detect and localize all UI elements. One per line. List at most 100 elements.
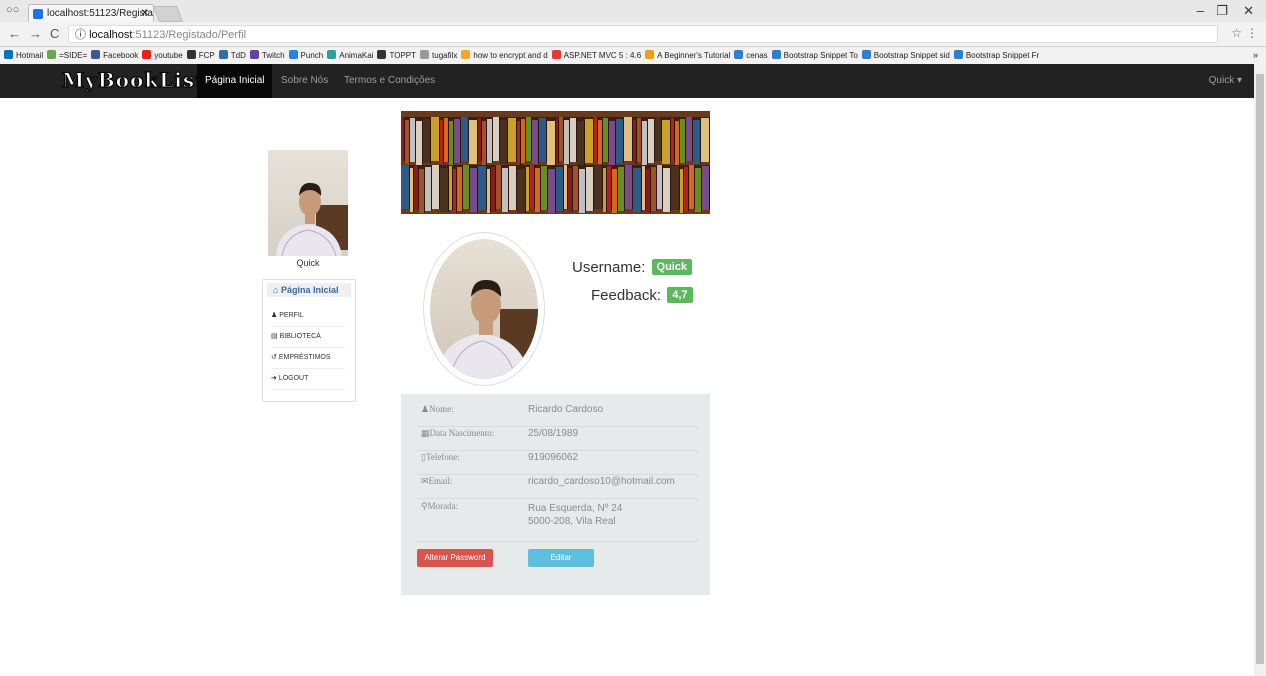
bookmark-item[interactable]: Facebook: [91, 47, 138, 64]
site-navbar: MyBookList Página Inicial Sobre Nós Term…: [0, 64, 1254, 98]
sidebar-item-loans[interactable]: ↺ EMPRÉSTIMOS: [271, 348, 345, 369]
bookmark-item[interactable]: A Beginner's Tutorial: [645, 47, 730, 64]
bookmark-favicon-icon: [461, 50, 471, 59]
feedback-badge: 4,7: [667, 287, 693, 303]
home-icon: ⌂: [273, 285, 281, 295]
info-icon[interactable]: ⓘ: [75, 29, 89, 41]
book-spine: [632, 168, 642, 212]
bookmark-item[interactable]: ASP.NET MVC 5 : 4.6: [551, 47, 641, 64]
bookmark-item[interactable]: Twitch: [249, 47, 285, 64]
username-badge: Quick: [651, 259, 693, 275]
book-spine: [615, 119, 624, 163]
bookmark-item[interactable]: =SIDE=: [47, 47, 87, 64]
detail-row-phone: ▯Telefone: 919096062: [417, 452, 699, 475]
bookmark-favicon-icon: [861, 50, 871, 59]
bookmark-item[interactable]: Bootstrap Snippet sid: [861, 47, 950, 64]
bookmark-item[interactable]: Punch: [288, 47, 323, 64]
bookmark-favicon-icon: [953, 50, 963, 59]
bookmark-item[interactable]: AnimaKai: [327, 47, 373, 64]
change-password-button[interactable]: Alterar Password: [417, 549, 493, 567]
url-input[interactable]: ⓘ localhost:51123/Registado/Perfil: [68, 25, 1218, 43]
sidebar-item-profile[interactable]: ♟ PERFIL: [271, 306, 345, 327]
bookmark-favicon-icon: [186, 50, 196, 59]
book-spine: [415, 121, 423, 165]
bookmark-item[interactable]: TOPPT: [377, 47, 416, 64]
book-spine: [500, 120, 508, 164]
book-spine: [439, 168, 449, 212]
bookmark-item[interactable]: Hotmail: [4, 47, 43, 64]
book-spine: [586, 167, 595, 211]
map-marker-icon: ⚲: [421, 501, 428, 511]
bookmark-favicon-icon: [327, 50, 337, 59]
page-scrollbar[interactable]: [1254, 64, 1266, 676]
username-line: Username: Quick: [572, 259, 693, 276]
close-window-icon[interactable]: ✕: [1243, 3, 1254, 19]
brand-logo[interactable]: MyBookList: [61, 68, 205, 93]
restore-icon[interactable]: ❐: [1216, 3, 1228, 19]
profile-card: Username: Quick Feedback: 4,7 ♟Nome: Ric…: [401, 111, 710, 595]
sidebar-username: Quick: [296, 258, 320, 268]
book-spine: [701, 118, 710, 162]
bookmark-item[interactable]: youtube: [142, 47, 183, 64]
bookmark-star-icon[interactable]: ☆: [1231, 26, 1242, 40]
book-spine: [654, 117, 663, 161]
bookmark-item[interactable]: TdD: [218, 47, 246, 64]
logout-icon: ➜: [271, 375, 279, 382]
book-spine: [546, 121, 556, 165]
nav-terms[interactable]: Termos e Condições: [344, 64, 435, 98]
book-spine: [463, 165, 471, 209]
minimize-icon[interactable]: –: [1197, 3, 1204, 18]
browser-tab[interactable]: localhost:51123/Registad ✕: [28, 4, 154, 22]
bookmark-favicon-icon: [551, 50, 561, 59]
book-spine: [469, 120, 479, 164]
bookmark-item[interactable]: cenas: [734, 47, 768, 64]
bookmark-item[interactable]: Bootstrap Snippet To: [771, 47, 858, 64]
book-spine: [662, 120, 672, 164]
book-spine: [617, 167, 625, 211]
edit-button[interactable]: Editar: [528, 549, 594, 567]
profile-photo: [423, 232, 545, 386]
book-spine: [516, 169, 526, 213]
book-spine: [508, 166, 517, 210]
book-spine: [663, 168, 672, 212]
nav-about[interactable]: Sobre Nós: [281, 64, 328, 98]
new-tab-button[interactable]: [153, 6, 183, 22]
detail-row-name: ♟Nome: Ricardo Cardoso: [417, 404, 699, 427]
browser-tabstrip: ○○ localhost:51123/Registad ✕ – ❐ ✕: [0, 0, 1266, 22]
book-spine: [422, 119, 431, 163]
bookmark-favicon-icon: [420, 50, 430, 59]
user-dropdown[interactable]: Quick ▾: [1209, 64, 1242, 98]
nav-home[interactable]: Página Inicial: [197, 64, 273, 98]
bookmark-item[interactable]: how to encrypt and d: [461, 47, 548, 64]
sidebar-item-library[interactable]: ▤ BIBLIOTECA: [271, 327, 345, 348]
book-spine: [547, 169, 556, 213]
person-photo-icon: [276, 182, 348, 256]
detail-row-address: ⚲Morada: Rua Esquerda, Nº 24 5000-208, V…: [417, 501, 699, 542]
bookmark-favicon-icon: [218, 50, 228, 59]
bookmark-favicon-icon: [734, 50, 744, 59]
incognito-icon: ○○: [6, 4, 20, 16]
bookmark-item[interactable]: tugafilx: [420, 47, 457, 64]
feedback-line: Feedback: 4,7: [591, 287, 693, 304]
book-icon: ▤: [271, 333, 280, 340]
bookmark-item[interactable]: FCP: [186, 47, 215, 64]
book-spine: [686, 117, 694, 161]
address-bar: ←→C⌂ ⓘ localhost:51123/Registado/Perfil …: [0, 22, 1266, 47]
sidebar-heading[interactable]: ⌂ Página Inicial: [267, 283, 351, 297]
bookmarks-more-icon[interactable]: »: [1253, 47, 1258, 64]
book-spine: [695, 168, 703, 212]
shelf-row: [401, 117, 710, 165]
bookmark-favicon-icon: [645, 50, 655, 59]
detail-row-email: ✉Email: ricardo_cardoso10@hotmail.com: [417, 476, 699, 499]
book-spine: [531, 120, 539, 164]
bookmarks-bar: Hotmail =SIDE= Facebook youtube FCP TdD Twitch…: [0, 47, 1266, 65]
sidebar-item-logout[interactable]: ➜ LOGOUT: [271, 369, 345, 390]
bookmark-item[interactable]: Bootstrap Snippet Fr: [953, 47, 1039, 64]
book-spine: [470, 168, 479, 212]
close-tab-icon[interactable]: ✕: [141, 5, 149, 22]
book-spine: [540, 166, 548, 210]
scrollbar-thumb[interactable]: [1256, 74, 1264, 664]
book-spine: [702, 166, 710, 210]
menu-kebab-icon[interactable]: ⋮: [1246, 26, 1258, 40]
bookmark-favicon-icon: [47, 50, 57, 59]
